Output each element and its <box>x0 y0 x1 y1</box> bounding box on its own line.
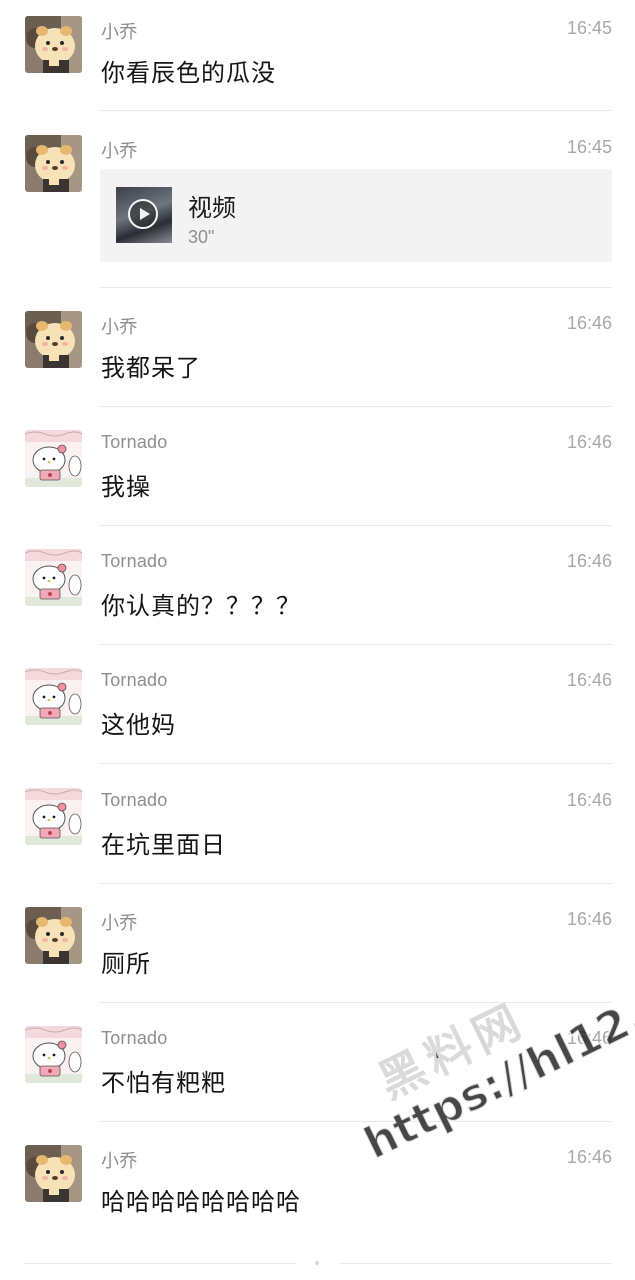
divider <box>339 1263 612 1264</box>
message-text: 你认真的？？？？ <box>101 592 301 620</box>
message-time: 16:46 <box>566 1028 612 1048</box>
message-item[interactable]: 小乔 16:45 你看辰色的瓜没 <box>0 0 635 111</box>
message-time: 16:46 <box>566 1147 612 1167</box>
bear-avatar[interactable] <box>25 16 82 73</box>
sender-name: 小乔 <box>101 1151 138 1171</box>
divider <box>99 110 612 111</box>
sender-name: 小乔 <box>101 317 138 337</box>
message-time: 16:45 <box>566 137 612 157</box>
video-message-card[interactable]: 视频 30" <box>100 169 612 262</box>
divider <box>99 644 612 645</box>
message-text: 你看辰色的瓜没 <box>101 59 276 87</box>
message-text: 厕所 <box>101 950 151 978</box>
message-item[interactable]: Tornado 16:46 不怕有粑粑 <box>0 1010 635 1122</box>
kitty-avatar[interactable] <box>25 1026 82 1083</box>
bear-avatar[interactable] <box>25 135 82 192</box>
message-item[interactable]: Tornado 16:46 这他妈 <box>0 652 635 764</box>
message-time: 16:46 <box>566 670 612 690</box>
divider <box>99 525 612 526</box>
sender-name: Tornado <box>101 432 168 452</box>
message-time: 16:46 <box>566 432 612 452</box>
message-time: 16:46 <box>566 790 612 810</box>
message-item[interactable]: Tornado 16:46 我操 <box>0 414 635 526</box>
message-item[interactable]: Tornado 16:46 你认真的？？？？ <box>0 533 635 645</box>
video-thumbnail[interactable] <box>116 187 172 243</box>
sender-name: 小乔 <box>101 913 138 933</box>
message-text: 这他妈 <box>101 711 176 739</box>
kitty-avatar[interactable] <box>25 430 82 487</box>
divider <box>99 406 612 407</box>
end-dot-icon <box>315 1261 319 1265</box>
divider <box>99 1002 612 1003</box>
sender-name: Tornado <box>101 551 168 571</box>
message-time: 16:45 <box>566 18 612 38</box>
message-text: 在坑里面日 <box>101 831 226 859</box>
divider <box>23 1263 296 1264</box>
sender-name: 小乔 <box>101 141 138 161</box>
bear-avatar[interactable] <box>25 311 82 368</box>
message-item[interactable]: 小乔 16:46 哈哈哈哈哈哈哈哈 <box>0 1129 635 1240</box>
message-item[interactable]: 小乔 16:45 视频 30" <box>0 119 635 288</box>
list-end-marker <box>23 1261 612 1265</box>
sender-name: Tornado <box>101 790 168 810</box>
message-text: 不怕有粑粑 <box>101 1069 226 1097</box>
bear-avatar[interactable] <box>25 907 82 964</box>
sender-name: Tornado <box>101 670 168 690</box>
message-item[interactable]: 小乔 16:46 我都呆了 <box>0 295 635 407</box>
message-time: 16:46 <box>566 551 612 571</box>
message-time: 16:46 <box>566 909 612 929</box>
message-item[interactable]: Tornado 16:46 在坑里面日 <box>0 772 635 884</box>
sender-name: Tornado <box>101 1028 168 1048</box>
kitty-avatar[interactable] <box>25 549 82 606</box>
message-text: 哈哈哈哈哈哈哈哈 <box>101 1188 301 1216</box>
divider <box>99 1121 612 1122</box>
message-time: 16:46 <box>566 313 612 333</box>
divider <box>99 763 612 764</box>
video-duration: 30" <box>188 227 215 247</box>
video-label: 视频 <box>188 194 236 222</box>
message-item[interactable]: 小乔 16:46 厕所 <box>0 891 635 1003</box>
message-text: 我操 <box>101 473 151 501</box>
bear-avatar[interactable] <box>25 1145 82 1202</box>
kitty-avatar[interactable] <box>25 668 82 725</box>
play-icon[interactable] <box>128 199 158 229</box>
divider <box>99 883 612 884</box>
kitty-avatar[interactable] <box>25 788 82 845</box>
message-text: 我都呆了 <box>101 354 201 382</box>
divider <box>99 287 612 288</box>
sender-name: 小乔 <box>101 22 138 42</box>
